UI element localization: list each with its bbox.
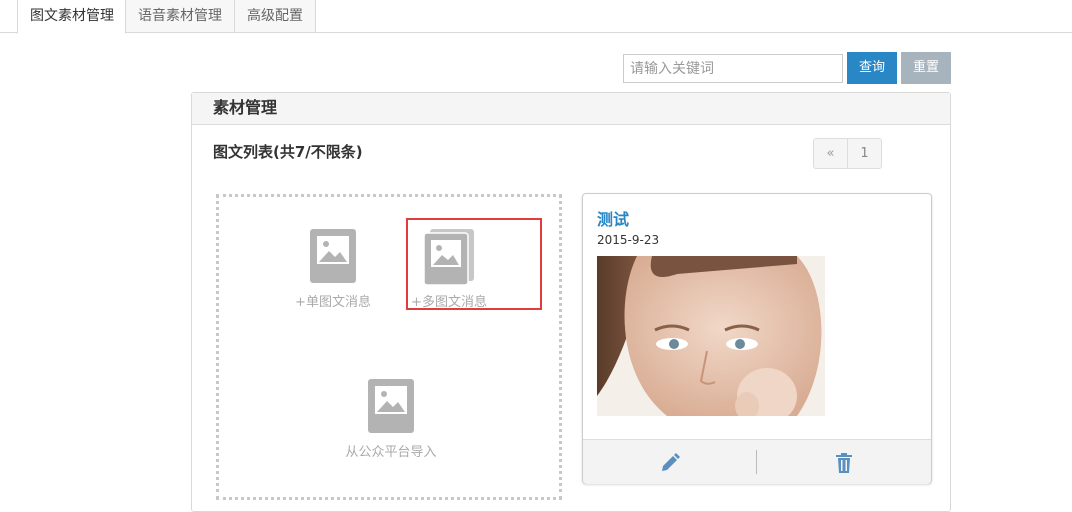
tab-advanced-config[interactable]: 高级配置 bbox=[234, 0, 316, 33]
article-card: 测试 2015-9-23 bbox=[582, 193, 932, 484]
add-material-area: +单图文消息 +多图文消息 从公众平台导入 bbox=[216, 194, 562, 500]
article-date: 2015-9-23 bbox=[597, 233, 660, 247]
import-from-platform-button[interactable]: 从公众平台导入 bbox=[331, 379, 451, 460]
article-list-title: 图文列表(共7/不限条) bbox=[213, 143, 363, 161]
add-single-article-button[interactable]: +单图文消息 bbox=[283, 229, 383, 310]
add-single-label: +单图文消息 bbox=[295, 295, 371, 310]
tab-article-material[interactable]: 图文素材管理 bbox=[17, 0, 126, 34]
top-tabs: 图文素材管理 语音素材管理 高级配置 bbox=[0, 0, 1072, 34]
article-cover-image bbox=[597, 256, 825, 416]
image-placeholder-icon bbox=[368, 379, 414, 433]
card-actions bbox=[583, 439, 931, 484]
keyword-search-input[interactable] bbox=[623, 54, 843, 83]
pagination: « 1 bbox=[813, 138, 882, 169]
action-divider bbox=[756, 450, 757, 474]
image-stack-icon bbox=[424, 229, 474, 285]
add-multi-article-button[interactable]: +多图文消息 bbox=[399, 229, 499, 310]
import-label: 从公众平台导入 bbox=[345, 445, 437, 460]
pager-page-1[interactable]: 1 bbox=[848, 138, 882, 169]
reset-button[interactable]: 重置 bbox=[901, 52, 951, 84]
pager-prev-button[interactable]: « bbox=[813, 138, 848, 169]
query-button[interactable]: 查询 bbox=[847, 52, 897, 84]
article-title[interactable]: 测试 bbox=[597, 206, 629, 230]
trash-icon[interactable] bbox=[833, 452, 855, 474]
panel-title: 素材管理 bbox=[192, 93, 950, 125]
image-placeholder-icon bbox=[310, 229, 356, 283]
add-multi-label: +多图文消息 bbox=[411, 295, 487, 310]
pencil-icon[interactable] bbox=[659, 452, 681, 474]
tab-voice-material[interactable]: 语音素材管理 bbox=[125, 0, 235, 33]
